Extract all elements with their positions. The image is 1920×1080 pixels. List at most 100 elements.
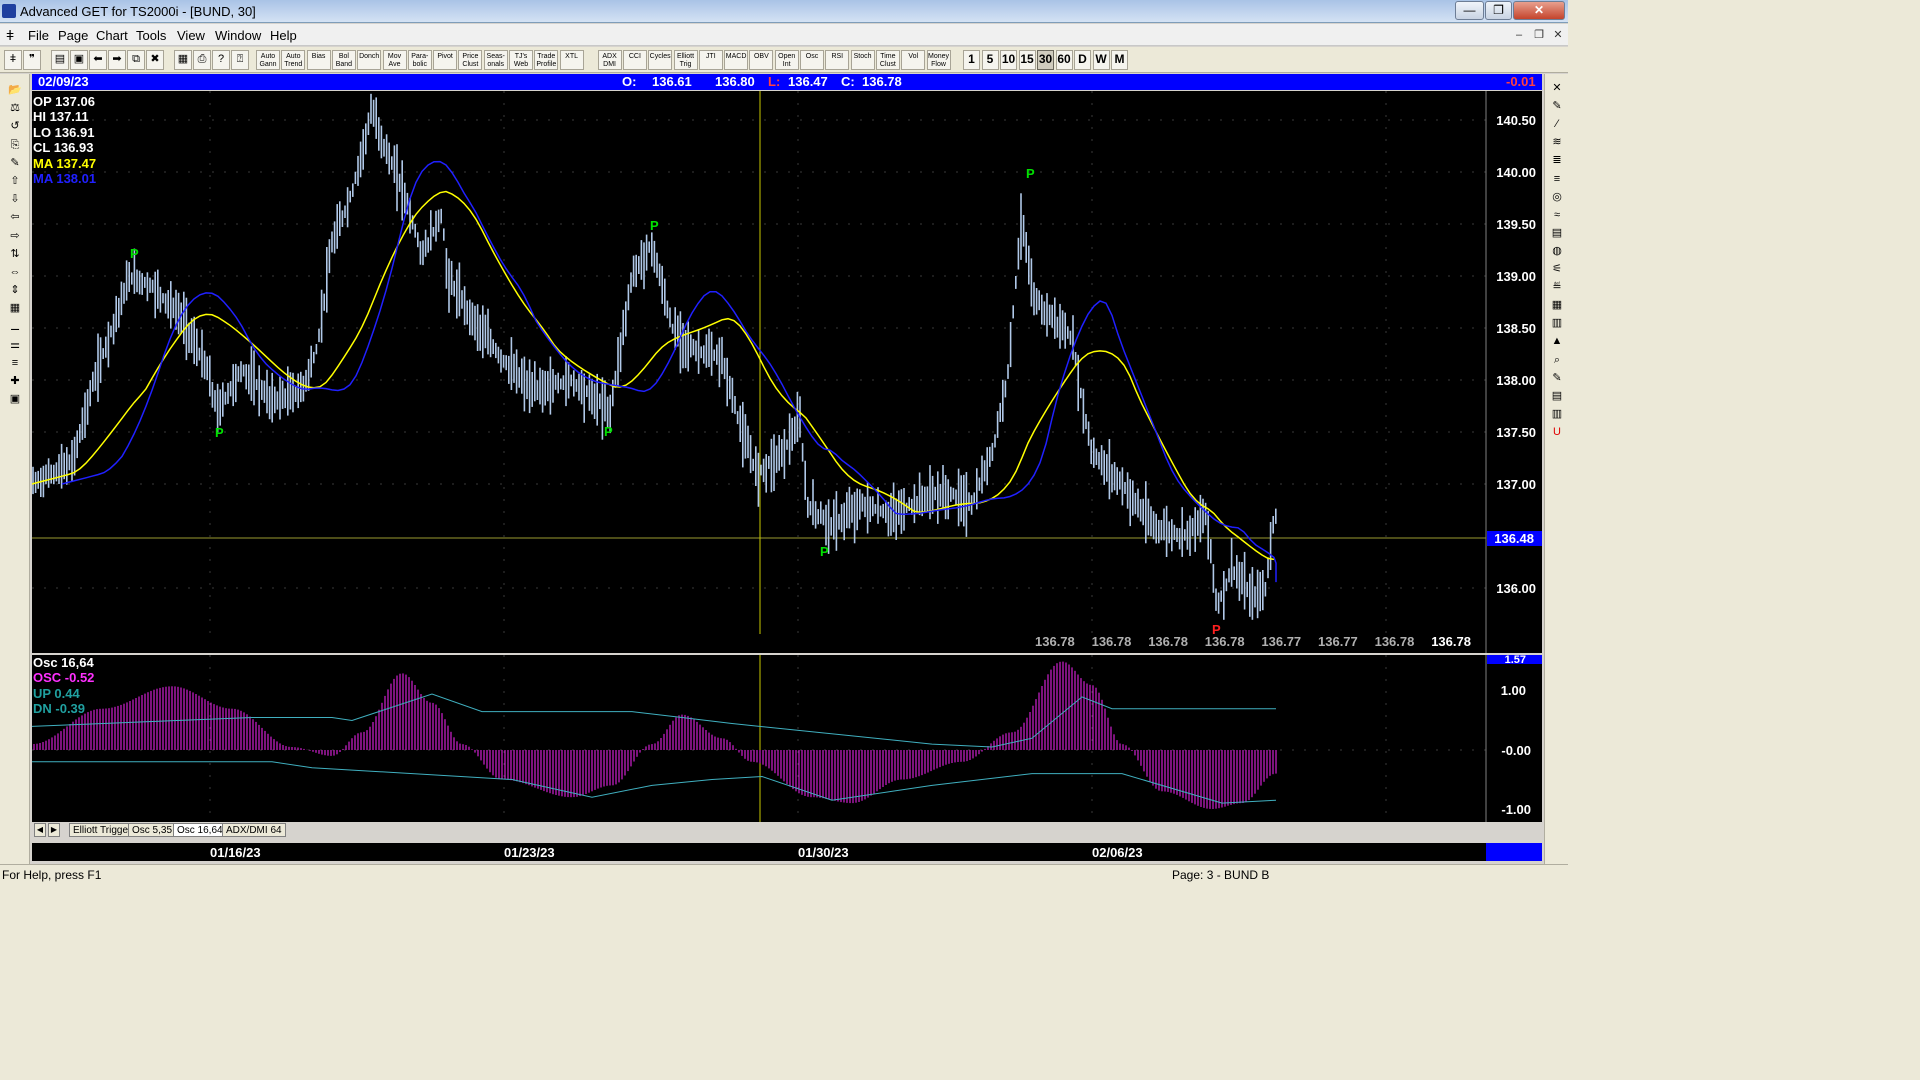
study-button-obv[interactable]: OBV bbox=[749, 50, 774, 70]
analysis-tool-icon[interactable]: ▥ bbox=[1546, 315, 1568, 332]
drawing-tool-icon[interactable]: ↺ bbox=[4, 118, 26, 135]
study-button-mov-ave[interactable]: Mov Ave bbox=[382, 50, 407, 70]
analysis-tool-icon[interactable]: ≝ bbox=[1546, 279, 1568, 296]
study-button-para-bolic[interactable]: Para- bolic bbox=[407, 50, 432, 70]
toolbar-icon-button[interactable]: ⎙ bbox=[193, 50, 211, 70]
analysis-tool-icon[interactable]: ✎ bbox=[1546, 98, 1568, 115]
toolbar-icon-button[interactable]: ⬅ bbox=[89, 50, 107, 70]
maximize-button[interactable]: ❐ bbox=[1485, 1, 1512, 20]
period-button-10[interactable]: 10 bbox=[1000, 50, 1017, 70]
close-button[interactable]: ✕ bbox=[1513, 1, 1565, 20]
toolbar-icon-button[interactable]: ✖ bbox=[146, 50, 164, 70]
study-button-cycles[interactable]: Cycles bbox=[648, 50, 673, 70]
study-button-cci[interactable]: CCI bbox=[622, 50, 647, 70]
analysis-tool-icon[interactable]: ✕ bbox=[1546, 80, 1568, 97]
drawing-tool-icon[interactable]: ⇨ bbox=[4, 228, 26, 245]
toolbar-icon-button[interactable]: ▣ bbox=[70, 50, 88, 70]
study-button-seas-onals[interactable]: Seas- onals bbox=[483, 50, 508, 70]
study-button-money-flow[interactable]: Money Flow bbox=[926, 50, 951, 70]
tab-scroll-right[interactable]: ▶ bbox=[48, 823, 60, 837]
analysis-tool-icon[interactable]: ◍ bbox=[1546, 243, 1568, 260]
drawing-tool-icon[interactable]: ⚖ bbox=[4, 100, 26, 117]
study-button-adx-dmi[interactable]: ADX DMI bbox=[597, 50, 622, 70]
menu-view[interactable]: View bbox=[177, 28, 205, 43]
tab-osc-16-64[interactable]: Osc 16,64 bbox=[173, 823, 227, 837]
drawing-tool-icon[interactable]: ⇕ bbox=[4, 282, 26, 299]
period-button-m[interactable]: M bbox=[1111, 50, 1128, 70]
study-button-rsi[interactable]: RSI bbox=[825, 50, 850, 70]
tab-elliott-trigger[interactable]: Elliott Trigger bbox=[69, 823, 136, 837]
analysis-tool-icon[interactable]: ≡ bbox=[1546, 171, 1568, 188]
period-button-60[interactable]: 60 bbox=[1055, 50, 1073, 70]
toolbar-icon-button[interactable]: ǂ bbox=[4, 50, 22, 70]
toolbar-icon-button[interactable]: ⧉ bbox=[127, 50, 145, 70]
study-button-auto-trend[interactable]: Auto Trend bbox=[281, 50, 306, 70]
drawing-tool-icon[interactable]: ⚌ bbox=[4, 337, 26, 354]
study-button-open-int[interactable]: Open Int bbox=[774, 50, 799, 70]
study-button-auto-gann[interactable]: Auto Gann bbox=[256, 50, 280, 70]
drawing-tool-icon[interactable]: ⚊ bbox=[4, 319, 26, 336]
study-button-osc[interactable]: Osc bbox=[800, 50, 824, 70]
drawing-tool-icon[interactable]: ✎ bbox=[4, 155, 26, 172]
drawing-tool-icon[interactable]: ⇧ bbox=[4, 173, 26, 190]
study-button-jti[interactable]: JTI bbox=[698, 50, 723, 70]
study-button-elliott-trig[interactable]: Elliott Trig bbox=[673, 50, 698, 70]
study-button-price-clust[interactable]: Price Clust bbox=[458, 50, 483, 70]
study-button-vol[interactable]: Vol bbox=[901, 50, 926, 70]
toolbar-icon-button[interactable]: ⍰ bbox=[231, 50, 249, 70]
drawing-tool-icon[interactable]: ✚ bbox=[4, 373, 26, 390]
analysis-tool-icon[interactable]: ▲ bbox=[1546, 333, 1568, 350]
study-button-tj-s-web[interactable]: TJ's Web bbox=[509, 50, 533, 70]
period-button-d[interactable]: D bbox=[1074, 50, 1091, 70]
tab-osc-5-35[interactable]: Osc 5,35 bbox=[128, 823, 177, 837]
mdi-close-button[interactable]: ✕ bbox=[1550, 27, 1566, 43]
oscillator-panel[interactable]: 1.57 1.00 -0.00 -1.00 Osc 16,64 OSC -0.5… bbox=[31, 654, 1542, 823]
menu-tools[interactable]: Tools bbox=[136, 28, 166, 43]
drawing-tool-icon[interactable]: ⇔ bbox=[4, 264, 26, 281]
document-icon[interactable]: ǂ bbox=[6, 27, 14, 43]
tab-scroll-left[interactable]: ◀ bbox=[34, 823, 46, 837]
toolbar-icon-button[interactable]: ▦ bbox=[174, 50, 192, 70]
analysis-tool-icon[interactable]: ⌕ bbox=[1546, 352, 1568, 369]
drawing-tool-icon[interactable]: 📂 bbox=[4, 82, 26, 99]
study-button-pivot[interactable]: Pivot bbox=[433, 50, 458, 70]
study-button-stoch[interactable]: Stoch bbox=[850, 50, 875, 70]
analysis-tool-icon[interactable]: ▥ bbox=[1546, 406, 1568, 423]
drawing-tool-icon[interactable]: ⇩ bbox=[4, 191, 26, 208]
toolbar-icon-button[interactable]: ? bbox=[212, 50, 230, 70]
drawing-tool-icon[interactable]: ⇅ bbox=[4, 246, 26, 263]
price-chart[interactable]: PPPPPPP 140.50 140.00 139.50 139.00 138.50 13… bbox=[31, 91, 1542, 653]
toolbar-icon-button[interactable]: ➡ bbox=[108, 50, 126, 70]
toolbar-icon-button[interactable]: ▤ bbox=[51, 50, 69, 70]
drawing-tool-icon[interactable]: ▦ bbox=[4, 300, 26, 317]
mdi-restore-button[interactable]: ❐ bbox=[1531, 27, 1547, 43]
drawing-tool-icon[interactable]: ▣ bbox=[4, 391, 26, 408]
study-button-bias[interactable]: Bias bbox=[306, 50, 331, 70]
period-button-30[interactable]: 30 bbox=[1037, 50, 1054, 70]
period-button-15[interactable]: 15 bbox=[1018, 50, 1036, 70]
menu-file[interactable]: File bbox=[28, 28, 49, 43]
analysis-tool-icon[interactable]: ▦ bbox=[1546, 297, 1568, 314]
analysis-tool-icon[interactable]: ✎ bbox=[1546, 370, 1568, 387]
analysis-tool-icon[interactable]: U bbox=[1546, 424, 1568, 441]
study-button-macd[interactable]: MACD bbox=[724, 50, 749, 70]
drawing-tool-icon[interactable]: ⇦ bbox=[4, 209, 26, 226]
analysis-tool-icon[interactable]: ≣ bbox=[1546, 152, 1568, 169]
menu-page[interactable]: Page bbox=[58, 28, 88, 43]
toolbar-icon-button[interactable]: ❞ bbox=[23, 50, 41, 70]
analysis-tool-icon[interactable]: ⁄ bbox=[1546, 116, 1568, 133]
analysis-tool-icon[interactable]: ≋ bbox=[1546, 134, 1568, 151]
menu-window[interactable]: Window bbox=[215, 28, 261, 43]
period-button-5[interactable]: 5 bbox=[981, 50, 999, 70]
study-button-time-clust[interactable]: Time Clust bbox=[875, 50, 900, 70]
period-button-w[interactable]: W bbox=[1092, 50, 1110, 70]
study-button-xtl[interactable]: XTL bbox=[559, 50, 584, 70]
analysis-tool-icon[interactable]: ⚟ bbox=[1546, 261, 1568, 278]
drawing-tool-icon[interactable]: ≡ bbox=[4, 355, 26, 372]
analysis-tool-icon[interactable]: ≈ bbox=[1546, 207, 1568, 224]
study-button-trade-profile[interactable]: Trade Profile bbox=[534, 50, 559, 70]
study-button-bol-band[interactable]: Bol Band bbox=[331, 50, 356, 70]
date-axis-scroll[interactable] bbox=[1486, 843, 1542, 861]
analysis-tool-icon[interactable]: ▤ bbox=[1546, 225, 1568, 242]
mdi-minimize-button[interactable]: – bbox=[1511, 27, 1527, 43]
